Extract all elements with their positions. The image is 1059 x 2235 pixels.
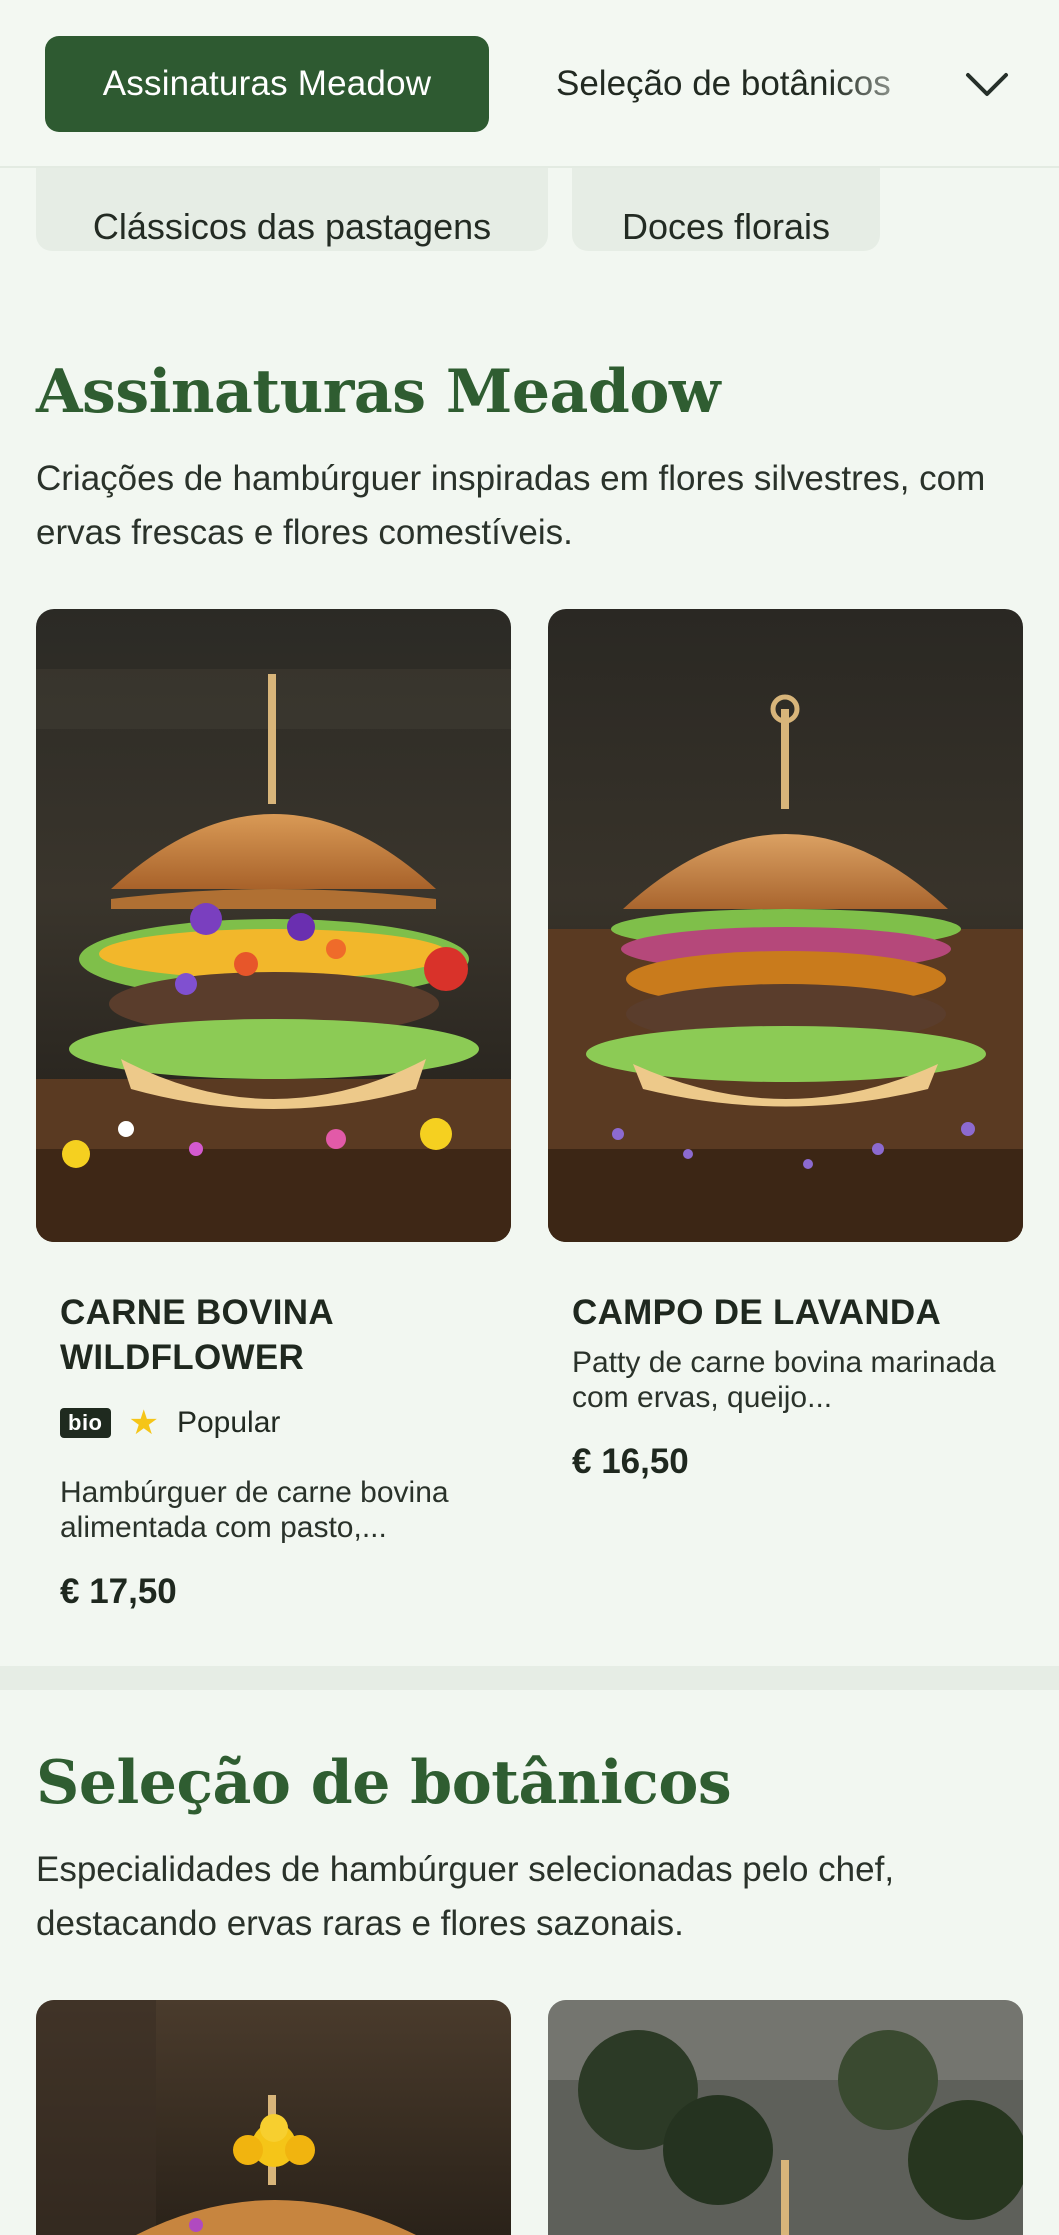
item-description: Patty de carne bovina marinada com ervas… [572,1346,996,1414]
chip-label: Doces florais [621,205,831,247]
item-price: € 17,50 [60,1572,177,1611]
star-icon: ★ [128,1404,159,1442]
chip-label: Clássicos das pastagens [92,205,492,247]
item-price: € 16,50 [572,1442,689,1481]
section-title: Seleção de botânicos [36,1748,732,1818]
burger-photo-botanico-1[interactable] [36,2000,511,2235]
category-nav: Assinaturas Meadow Seleção de botânicos [0,0,1059,168]
section-title: Assinaturas Meadow [36,357,721,427]
section-description: Criações de hambúrguer inspiradas em flo… [36,459,986,552]
burger-photo-wildflower[interactable] [36,609,511,1242]
nav-tab-selecao-botanicos[interactable]: Seleção de botânicos [556,36,936,132]
chevron-down-icon[interactable] [962,60,1012,110]
item-name: CAMPO DE LAVANDA [572,1293,942,1332]
section-description: Especialidades de hambúrguer selecionada… [36,1850,895,1943]
popular-label: Popular [176,1406,281,1439]
item-tags: bio ★ Popular [60,1403,280,1443]
burger-photo-lavanda[interactable] [548,609,1023,1242]
burger-photo-botanico-2[interactable] [548,2000,1023,2235]
item-name: CARNE BOVINA WILDFLOWER [60,1293,333,1377]
section-divider [0,1666,1059,1690]
item-description: Hambúrguer de carne bovina alimentada co… [60,1476,449,1544]
bio-badge: bio [60,1408,111,1438]
nav-tab-assinaturas-meadow[interactable]: Assinaturas Meadow [45,36,489,132]
